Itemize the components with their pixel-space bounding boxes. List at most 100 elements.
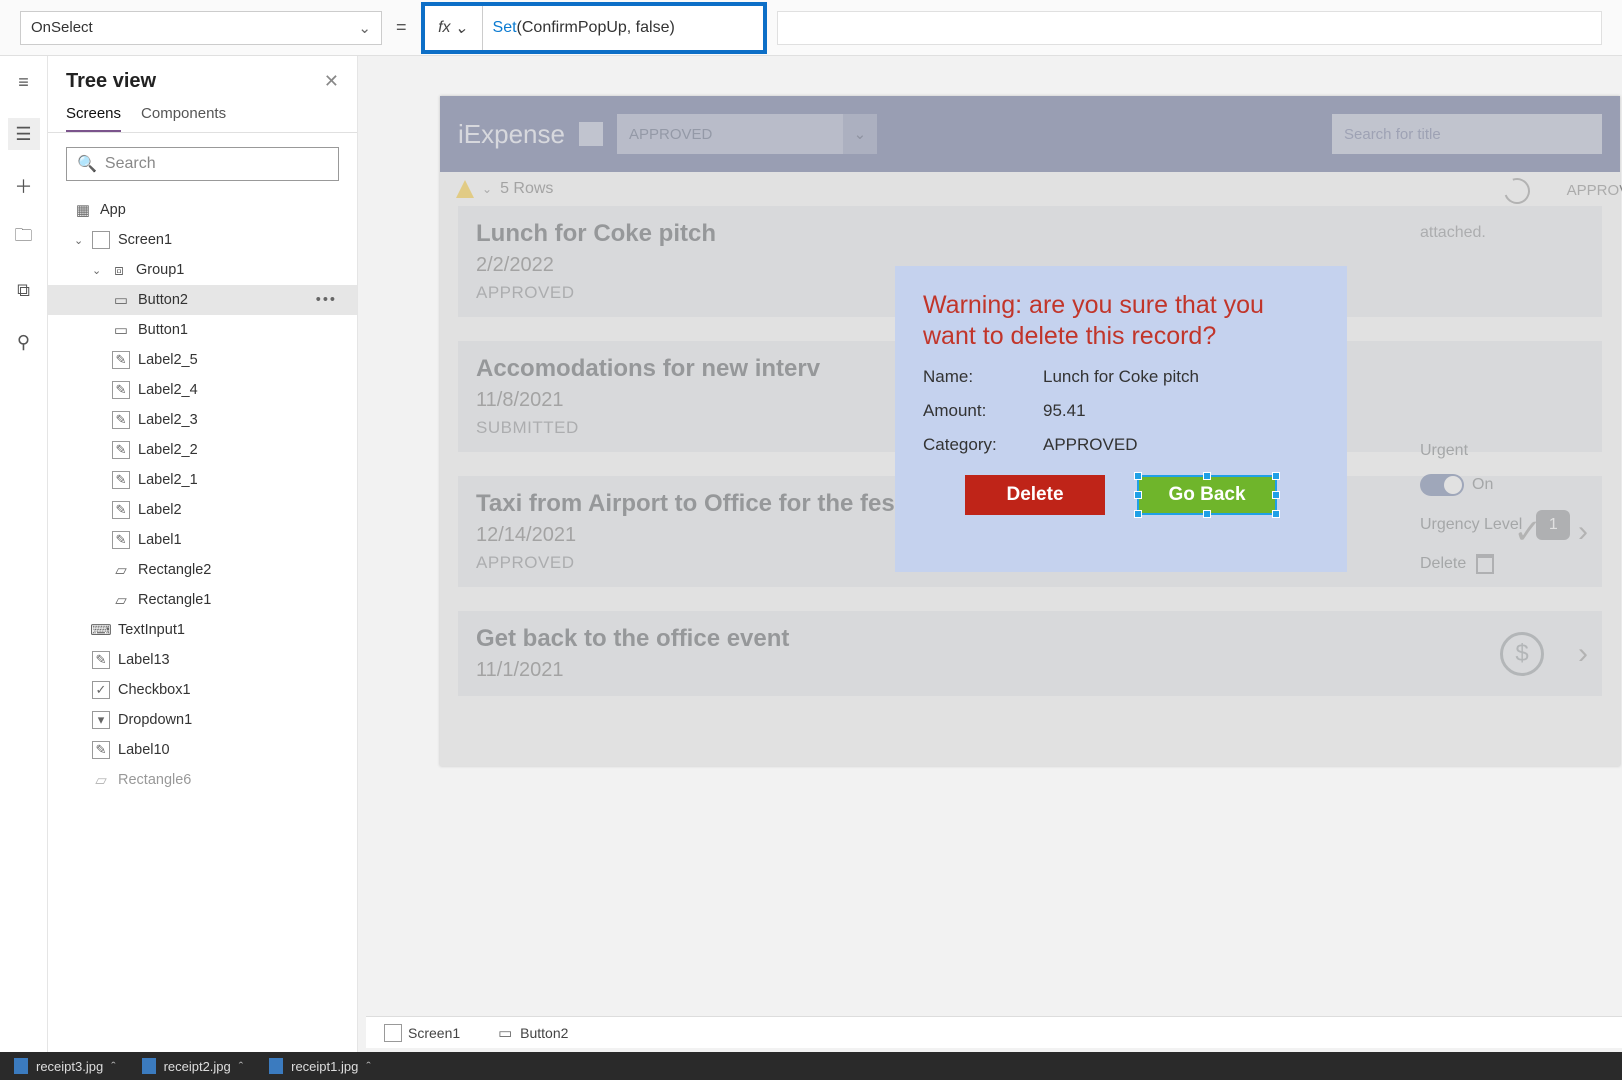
rows-count: 5 Rows	[500, 180, 553, 198]
tree-view-icon[interactable]: ☰	[8, 118, 40, 150]
selection-handle[interactable]	[1203, 510, 1211, 518]
goback-button[interactable]: Go Back	[1137, 475, 1277, 515]
tree-panel: Tree view ✕ Screens Components 🔍 Search …	[48, 56, 358, 1052]
label-icon: ✎	[112, 471, 130, 489]
tree-node-button1[interactable]: ▭Button1	[48, 315, 357, 345]
confirm-popup: Warning: are you sure that you want to d…	[895, 266, 1347, 572]
property-selector[interactable]: OnSelect ⌄	[20, 11, 382, 45]
breadcrumb-tabs: Screen1 ▭Button2	[366, 1016, 1622, 1048]
card-title: Get back to the office event	[476, 625, 1584, 653]
tree-node-rectangle1[interactable]: ▱Rectangle1	[48, 585, 357, 615]
tree-node-label1[interactable]: ✎Label1	[48, 525, 357, 555]
taskbar-file[interactable]: receipt1.jpgˆ	[269, 1058, 371, 1074]
approved-float-label: APPROVED	[1567, 182, 1622, 199]
chevron-down-icon: ⌄	[843, 114, 877, 154]
popup-amount-val: 95.41	[1043, 401, 1086, 421]
taskbar-file[interactable]: receipt3.jpgˆ	[14, 1058, 116, 1074]
selection-handle[interactable]	[1134, 472, 1142, 480]
tree-node-app[interactable]: ▦App	[48, 195, 357, 225]
taskbar-file[interactable]: receipt2.jpgˆ	[142, 1058, 244, 1074]
urgent-toggle[interactable]: On	[1420, 474, 1493, 496]
tree-node-dropdown1[interactable]: ▾Dropdown1	[48, 705, 357, 735]
attached-label: attached.	[1420, 224, 1610, 242]
app-preview: iExpense APPROVED ⌄ Search for title ⌄ 5…	[440, 96, 1620, 766]
formula-bar: OnSelect ⌄ = fx ⌄ Set(ConfirmPopUp, fals…	[0, 0, 1622, 56]
tab-components[interactable]: Components	[141, 105, 226, 132]
chevron-right-icon[interactable]: ›	[1578, 637, 1588, 671]
chevron-up-icon[interactable]: ˆ	[111, 1059, 115, 1074]
breadcrumb-screen1[interactable]: Screen1	[374, 1020, 470, 1046]
tree-node-label13[interactable]: ✎Label13	[48, 645, 357, 675]
left-rail: ≡ ☰ ＋ 🗀 ⧉ ⚲	[0, 56, 48, 1052]
selection-handle[interactable]	[1134, 491, 1142, 499]
tools-icon[interactable]: ⚲	[8, 326, 40, 358]
media-icon[interactable]: ⧉	[8, 274, 40, 306]
selection-handle[interactable]	[1272, 510, 1280, 518]
app-icon: ▦	[74, 201, 92, 219]
chevron-up-icon[interactable]: ˆ	[366, 1059, 370, 1074]
fx-button[interactable]: fx ⌄	[425, 6, 483, 50]
popup-warning: Warning: are you sure that you want to d…	[923, 290, 1319, 353]
app-header: iExpense APPROVED ⌄ Search for title	[440, 96, 1620, 172]
refresh-icon[interactable]	[1500, 174, 1535, 209]
popup-category-val: APPROVED	[1043, 435, 1137, 455]
canvas: iExpense APPROVED ⌄ Search for title ⌄ 5…	[358, 56, 1622, 1052]
file-icon	[14, 1058, 28, 1074]
selection-handle[interactable]	[1203, 472, 1211, 480]
selection-handle[interactable]	[1272, 491, 1280, 499]
tree-node-rectangle2[interactable]: ▱Rectangle2	[48, 555, 357, 585]
tree-node-label2[interactable]: ✎Label2	[48, 495, 357, 525]
search-icon: 🔍	[77, 154, 97, 174]
urgency-value[interactable]: 1	[1536, 510, 1570, 540]
selection-handle[interactable]	[1272, 472, 1280, 480]
tree-node-label2_3[interactable]: ✎Label2_3	[48, 405, 357, 435]
close-icon[interactable]: ✕	[324, 71, 339, 92]
data-icon[interactable]: 🗀	[8, 222, 40, 254]
button-icon: ▭	[496, 1024, 514, 1042]
file-icon	[142, 1058, 156, 1074]
chevron-down-icon[interactable]: ⌄	[482, 182, 492, 196]
tab-screens[interactable]: Screens	[66, 105, 121, 132]
tree-node-label2_4[interactable]: ✎Label2_4	[48, 375, 357, 405]
tree-search-placeholder: Search	[105, 155, 156, 173]
tree-node-screen1[interactable]: ⌄Screen1	[48, 225, 357, 255]
tree-node-label2_5[interactable]: ✎Label2_5	[48, 345, 357, 375]
tree-node-checkbox1[interactable]: ✓Checkbox1	[48, 675, 357, 705]
tree-node-rectangle6[interactable]: ▱Rectangle6	[48, 765, 357, 795]
tree-search[interactable]: 🔍 Search	[66, 147, 339, 181]
status-combo-value: APPROVED	[629, 126, 712, 143]
more-icon[interactable]: •••	[316, 292, 345, 308]
breadcrumb-button2[interactable]: ▭Button2	[486, 1020, 578, 1046]
selection-handle[interactable]	[1134, 510, 1142, 518]
warning-icon	[456, 180, 474, 198]
app-search[interactable]: Search for title	[1332, 114, 1602, 154]
taskbar: receipt3.jpgˆ receipt2.jpgˆ receipt1.jpg…	[0, 1052, 1622, 1080]
tree-node-textinput1[interactable]: ⌨TextInput1	[48, 615, 357, 645]
chevron-up-icon[interactable]: ˆ	[239, 1059, 243, 1074]
chevron-down-icon: ⌄	[358, 19, 371, 37]
rectangle-icon: ▱	[92, 771, 110, 789]
insert-icon[interactable]: ＋	[8, 170, 40, 202]
urgent-label: Urgent	[1420, 442, 1610, 460]
tree-node-group1[interactable]: ⌄⧈Group1	[48, 255, 357, 285]
tree-node-button2[interactable]: ▭Button2•••	[48, 285, 357, 315]
toggle-pill	[1420, 474, 1464, 496]
app-title: iExpense	[458, 119, 565, 150]
tree-title: Tree view	[66, 70, 156, 93]
delete-button[interactable]: Delete	[965, 475, 1105, 515]
formula-rest: (ConfirmPopUp, false)	[517, 19, 675, 37]
trash-icon	[1476, 554, 1494, 574]
tree-node-label10[interactable]: ✎Label10	[48, 735, 357, 765]
detail-column: attached. Urgent On Urgency Level 1 Dele…	[1410, 216, 1620, 596]
checkbox-icon: ✓	[92, 681, 110, 699]
rectangle-icon: ▱	[112, 591, 130, 609]
tree-node-label2_1[interactable]: ✎Label2_1	[48, 465, 357, 495]
formula-input[interactable]: Set(ConfirmPopUp, false)	[483, 6, 763, 50]
delete-row[interactable]: Delete	[1420, 554, 1610, 574]
header-checkbox[interactable]	[579, 122, 603, 146]
formula-remainder[interactable]	[777, 11, 1602, 45]
status-combo[interactable]: APPROVED ⌄	[617, 114, 877, 154]
expense-card[interactable]: Get back to the office event 11/1/2021 $…	[458, 611, 1602, 696]
hamburger-icon[interactable]: ≡	[8, 66, 40, 98]
tree-node-label2_2[interactable]: ✎Label2_2	[48, 435, 357, 465]
